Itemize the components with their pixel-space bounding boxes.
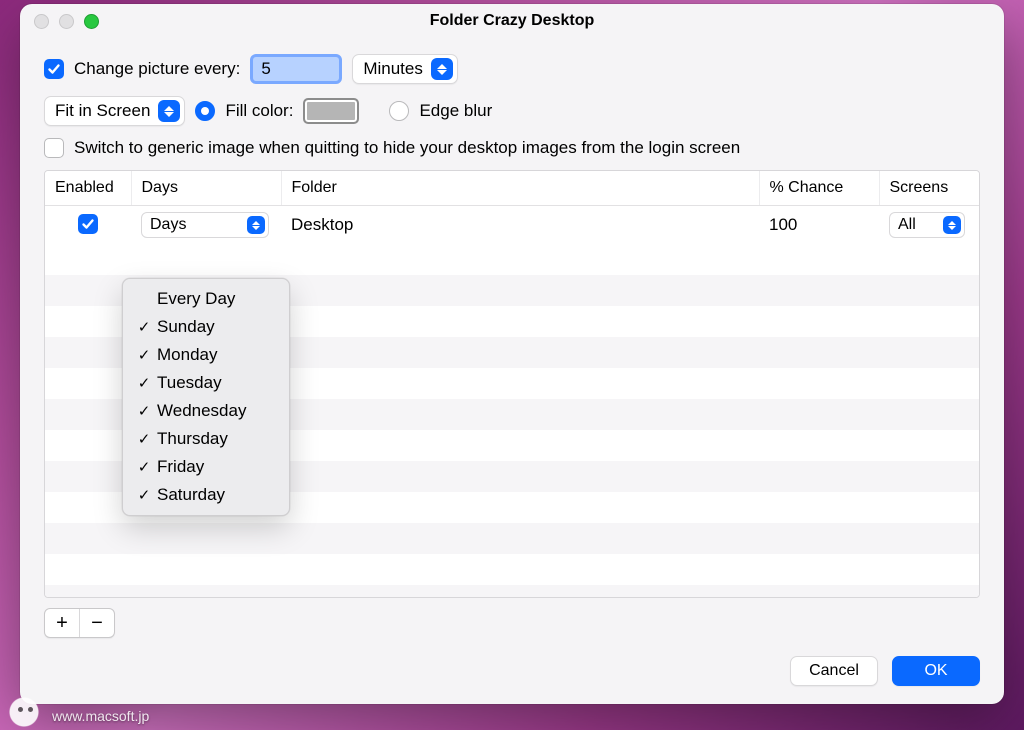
- interval-input[interactable]: [250, 54, 342, 84]
- chevron-updown-icon: [431, 58, 453, 80]
- days-option-label: Wednesday: [157, 401, 246, 421]
- change-picture-checkbox[interactable]: [44, 59, 64, 79]
- check-icon: ✓: [137, 486, 151, 504]
- days-option-label: Monday: [157, 345, 217, 365]
- table-header-days[interactable]: Days: [131, 171, 281, 206]
- row-screens-value: All: [898, 216, 916, 234]
- watermark-text: www.macsoft.jp: [52, 708, 149, 724]
- days-option-tuesday[interactable]: ✓ Tuesday: [123, 369, 289, 397]
- change-picture-row: Change picture every: Minutes: [44, 54, 980, 84]
- fill-color-radio[interactable]: [195, 101, 215, 121]
- table-header-row: Enabled Days Folder % Chance Screens: [45, 171, 979, 206]
- days-option-monday[interactable]: ✓ Monday: [123, 341, 289, 369]
- row-days-value: Days: [150, 216, 186, 234]
- table-header-screens[interactable]: Screens: [879, 171, 979, 206]
- days-dropdown-menu: Every Day ✓ Sunday ✓ Monday ✓ Tuesday ✓ …: [122, 278, 290, 516]
- row-days-select[interactable]: Days: [141, 212, 269, 238]
- interval-unit-select[interactable]: Minutes: [352, 54, 458, 84]
- row-screens-select[interactable]: All: [889, 212, 965, 238]
- days-option-thursday[interactable]: ✓ Thursday: [123, 425, 289, 453]
- table-header-folder[interactable]: Folder: [281, 171, 759, 206]
- days-option-label: Tuesday: [157, 373, 222, 393]
- table-header-enabled[interactable]: Enabled: [45, 171, 131, 206]
- days-option-label: Every Day: [157, 289, 235, 309]
- days-option-wednesday[interactable]: ✓ Wednesday: [123, 397, 289, 425]
- check-icon: ✓: [137, 430, 151, 448]
- add-remove-group: + −: [44, 598, 980, 638]
- traffic-lights: [34, 14, 99, 29]
- fit-mode-value: Fit in Screen: [55, 101, 150, 121]
- fit-fill-row: Fit in Screen Fill color: Edge blur: [44, 96, 980, 126]
- check-icon: ✓: [137, 318, 151, 336]
- ok-button[interactable]: OK: [892, 656, 980, 686]
- check-icon: ✓: [137, 374, 151, 392]
- table-row[interactable]: Days Desktop 100 All: [45, 206, 979, 245]
- window-title: Folder Crazy Desktop: [20, 12, 1004, 30]
- interval-unit-value: Minutes: [363, 59, 423, 79]
- chevron-updown-icon: [247, 216, 265, 234]
- days-option-label: Sunday: [157, 317, 215, 337]
- add-row-button[interactable]: +: [45, 609, 79, 637]
- generic-image-checkbox[interactable]: [44, 138, 64, 158]
- cell-days: Days: [131, 206, 281, 245]
- check-icon: ✓: [137, 458, 151, 476]
- fill-color-well[interactable]: [303, 98, 359, 124]
- edge-blur-radio[interactable]: [389, 101, 409, 121]
- close-icon[interactable]: [34, 14, 49, 29]
- days-option-label: Friday: [157, 457, 204, 477]
- minimize-icon[interactable]: [59, 14, 74, 29]
- change-picture-label: Change picture every:: [74, 59, 240, 79]
- titlebar: Folder Crazy Desktop: [20, 4, 1004, 38]
- check-icon: ✓: [137, 346, 151, 364]
- zoom-icon[interactable]: [84, 14, 99, 29]
- table-header-chance[interactable]: % Chance: [759, 171, 879, 206]
- footer-buttons: Cancel OK: [44, 656, 980, 686]
- days-option-friday[interactable]: ✓ Friday: [123, 453, 289, 481]
- chevron-updown-icon: [158, 100, 180, 122]
- cell-enabled: [45, 206, 131, 245]
- days-option-every-day[interactable]: Every Day: [123, 285, 289, 313]
- cell-screens: All: [879, 206, 979, 245]
- row-enabled-checkbox[interactable]: [78, 214, 98, 234]
- chevron-updown-icon: [943, 216, 961, 234]
- cell-folder[interactable]: Desktop: [281, 206, 759, 245]
- edge-blur-label: Edge blur: [419, 101, 492, 121]
- fit-mode-select[interactable]: Fit in Screen: [44, 96, 185, 126]
- cancel-button[interactable]: Cancel: [790, 656, 878, 686]
- days-option-sunday[interactable]: ✓ Sunday: [123, 313, 289, 341]
- generic-image-label: Switch to generic image when quitting to…: [74, 138, 740, 158]
- days-option-label: Thursday: [157, 429, 228, 449]
- check-icon: ✓: [137, 402, 151, 420]
- days-option-label: Saturday: [157, 485, 225, 505]
- generic-image-row: Switch to generic image when quitting to…: [44, 138, 980, 158]
- remove-row-button[interactable]: −: [80, 609, 114, 637]
- days-option-saturday[interactable]: ✓ Saturday: [123, 481, 289, 509]
- cell-chance[interactable]: 100: [759, 206, 879, 245]
- fill-color-label: Fill color:: [225, 101, 293, 121]
